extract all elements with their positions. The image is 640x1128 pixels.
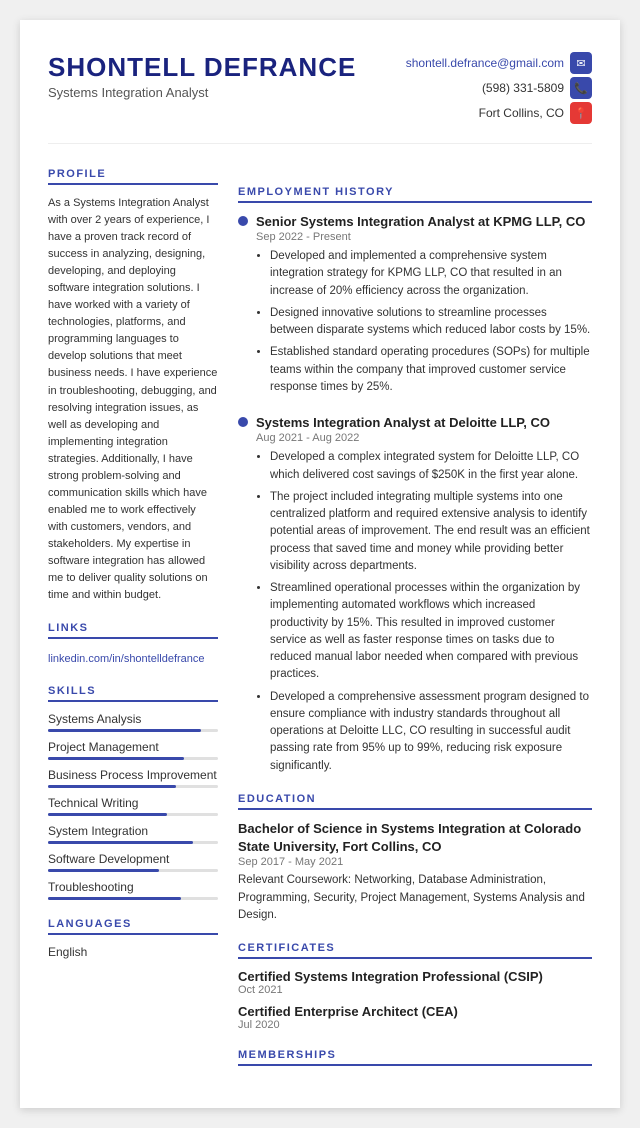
location-text: Fort Collins, CO: [479, 106, 564, 120]
skill-name: Project Management: [48, 740, 218, 754]
skill-name: Troubleshooting: [48, 880, 218, 894]
languages-section-title: LANGUAGES: [48, 918, 218, 935]
job-item: Senior Systems Integration Analyst at KP…: [238, 213, 592, 396]
job-item: Systems Integration Analyst at Deloitte …: [238, 414, 592, 775]
resume-header: SHONTELL DEFRANCE Systems Integration An…: [48, 52, 592, 144]
links-section-title: LINKS: [48, 622, 218, 639]
skill-item: Business Process Improvement: [48, 768, 218, 788]
job-title: Systems Integration Analyst at Deloitte …: [256, 414, 550, 432]
skill-item: Systems Analysis: [48, 712, 218, 732]
job-title-row: Systems Integration Analyst at Deloitte …: [238, 414, 592, 432]
candidate-name: SHONTELL DEFRANCE: [48, 52, 356, 83]
skill-bar-bg: [48, 757, 218, 760]
job-bullet: Established standard operating procedure…: [270, 344, 592, 396]
skill-bar-fill: [48, 729, 201, 732]
skill-bar-bg: [48, 841, 218, 844]
edu-coursework: Relevant Coursework: Networking, Databas…: [238, 872, 592, 924]
cert-name: Certified Systems Integration Profession…: [238, 969, 592, 984]
edu-degree: Bachelor of Science in Systems Integrati…: [238, 820, 592, 856]
phone-text: (598) 331-5809: [482, 81, 564, 95]
skill-item: Troubleshooting: [48, 880, 218, 900]
left-column: PROFILE As a Systems Integration Analyst…: [48, 168, 218, 1076]
skill-bar-bg: [48, 785, 218, 788]
cert-date: Jul 2020: [238, 1019, 592, 1031]
skill-name: Technical Writing: [48, 796, 218, 810]
cert-date: Oct 2021: [238, 984, 592, 996]
job-dot: [238, 417, 248, 427]
job-bullet: Developed a complex integrated system fo…: [270, 449, 592, 484]
skill-item: Project Management: [48, 740, 218, 760]
skill-bar-fill: [48, 757, 184, 760]
header-right: shontell.defrance@gmail.com ✉ (598) 331-…: [406, 52, 592, 127]
skill-item: Software Development: [48, 852, 218, 872]
phone-row: (598) 331-5809 📞: [406, 77, 592, 99]
employment-list: Senior Systems Integration Analyst at KP…: [238, 213, 592, 775]
job-dates: Aug 2021 - Aug 2022: [256, 432, 592, 444]
job-bullet: Developed a comprehensive assessment pro…: [270, 689, 592, 775]
skill-bar-fill: [48, 841, 193, 844]
job-bullet: The project included integrating multipl…: [270, 489, 592, 575]
job-dates: Sep 2022 - Present: [256, 231, 592, 243]
skill-bar-bg: [48, 813, 218, 816]
job-title: Senior Systems Integration Analyst at KP…: [256, 213, 585, 231]
skill-name: Software Development: [48, 852, 218, 866]
location-icon: 📍: [570, 102, 592, 124]
job-bullet: Developed and implemented a comprehensiv…: [270, 248, 592, 300]
skill-item: System Integration: [48, 824, 218, 844]
profile-section-title: PROFILE: [48, 168, 218, 185]
education-section-title: EDUCATION: [238, 793, 592, 810]
certificates-section-title: CERTIFICATES: [238, 942, 592, 959]
location-row: Fort Collins, CO 📍: [406, 102, 592, 124]
skill-bar-fill: [48, 813, 167, 816]
job-bullets: Developed and implemented a comprehensiv…: [256, 248, 592, 396]
linkedin-link[interactable]: linkedin.com/in/shontelldefrance: [48, 653, 205, 665]
certificates-list: Certified Systems Integration Profession…: [238, 969, 592, 1031]
email-icon: ✉: [570, 52, 592, 74]
email-link[interactable]: shontell.defrance@gmail.com: [406, 56, 564, 70]
job-bullets: Developed a complex integrated system fo…: [256, 449, 592, 775]
education-block: Bachelor of Science in Systems Integrati…: [238, 820, 592, 924]
skill-bar-fill: [48, 785, 176, 788]
skill-bar-fill: [48, 897, 181, 900]
skill-item: Technical Writing: [48, 796, 218, 816]
job-bullet: Streamlined operational processes within…: [270, 580, 592, 684]
candidate-title: Systems Integration Analyst: [48, 85, 356, 100]
header-left: SHONTELL DEFRANCE Systems Integration An…: [48, 52, 356, 100]
skill-bar-fill: [48, 869, 159, 872]
edu-dates: Sep 2017 - May 2021: [238, 856, 592, 868]
email-row: shontell.defrance@gmail.com ✉: [406, 52, 592, 74]
memberships-section-title: MEMBERSHIPS: [238, 1049, 592, 1066]
skills-list: Systems Analysis Project Management Busi…: [48, 712, 218, 900]
job-dot: [238, 216, 248, 226]
resume-body: PROFILE As a Systems Integration Analyst…: [48, 168, 592, 1076]
skill-bar-bg: [48, 729, 218, 732]
resume-container: SHONTELL DEFRANCE Systems Integration An…: [20, 20, 620, 1108]
language-item: English: [48, 945, 218, 959]
job-bullet: Designed innovative solutions to streaml…: [270, 305, 592, 340]
profile-text: As a Systems Integration Analyst with ov…: [48, 195, 218, 604]
cert-name: Certified Enterprise Architect (CEA): [238, 1004, 592, 1019]
phone-icon: 📞: [570, 77, 592, 99]
skill-name: Business Process Improvement: [48, 768, 218, 782]
certificate-item: Certified Systems Integration Profession…: [238, 969, 592, 996]
skill-name: Systems Analysis: [48, 712, 218, 726]
employment-section-title: EMPLOYMENT HISTORY: [238, 186, 592, 203]
job-title-row: Senior Systems Integration Analyst at KP…: [238, 213, 592, 231]
certificate-item: Certified Enterprise Architect (CEA) Jul…: [238, 1004, 592, 1031]
right-column: EMPLOYMENT HISTORY Senior Systems Integr…: [238, 168, 592, 1076]
languages-list: English: [48, 945, 218, 959]
skill-bar-bg: [48, 869, 218, 872]
skills-section-title: SKILLS: [48, 685, 218, 702]
skill-name: System Integration: [48, 824, 218, 838]
skill-bar-bg: [48, 897, 218, 900]
